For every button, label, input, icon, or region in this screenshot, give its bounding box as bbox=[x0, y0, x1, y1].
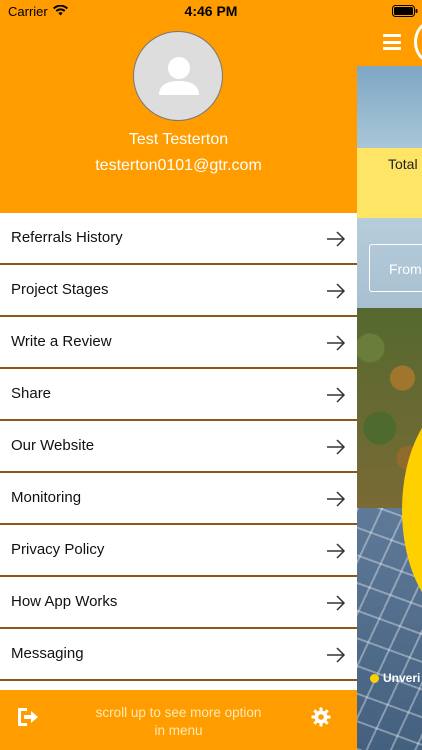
menu-item-label: Privacy Policy bbox=[11, 541, 105, 558]
battery-icon bbox=[392, 5, 418, 17]
arrow-right-icon bbox=[327, 647, 346, 663]
menu-item-label: Share bbox=[11, 385, 52, 402]
status-bar: Carrier 4:46 PM bbox=[0, 0, 422, 24]
status-time: 4:46 PM bbox=[184, 3, 238, 19]
background-app: Total From Unveri bbox=[357, 0, 422, 750]
status-dot-icon bbox=[370, 674, 379, 683]
menu-item-referrals-history[interactable]: Referrals History bbox=[0, 213, 357, 265]
menu-item-label: Referrals History bbox=[11, 229, 123, 246]
gear-icon[interactable] bbox=[311, 707, 331, 727]
menu-item-privacy-policy[interactable]: Privacy Policy bbox=[0, 525, 357, 577]
menu-item-our-website[interactable]: Our Website bbox=[0, 421, 357, 473]
status-legend-label: Unveri bbox=[383, 671, 421, 685]
menu-item-messaging[interactable]: Messaging bbox=[0, 629, 357, 681]
menu-item-monitoring[interactable]: Monitoring bbox=[0, 473, 357, 525]
navigation-drawer: Test Testerton testerton0101@gtr.com Ref… bbox=[0, 0, 357, 750]
arrow-right-icon bbox=[327, 387, 346, 403]
menu-item-write-a-review[interactable]: Write a Review bbox=[0, 317, 357, 369]
menu-item-label: Messaging bbox=[11, 645, 84, 662]
arrow-right-icon bbox=[327, 491, 346, 507]
menu-item-label: Monitoring bbox=[11, 489, 82, 506]
menu-item-project-stages[interactable]: Project Stages bbox=[0, 265, 357, 317]
menu-item-share[interactable]: Share bbox=[0, 369, 357, 421]
hamburger-menu-icon[interactable] bbox=[383, 34, 401, 50]
arrow-right-icon bbox=[327, 543, 346, 559]
menu-list: Referrals History Project Stages Write a… bbox=[0, 213, 357, 681]
scroll-hint: scroll up to see more option in menu bbox=[95, 705, 262, 738]
menu-item-how-app-works[interactable]: How App Works bbox=[0, 577, 357, 629]
user-name: Test Testerton bbox=[128, 131, 229, 148]
arrow-right-icon bbox=[327, 231, 346, 247]
menu-item-label: Write a Review bbox=[11, 333, 112, 350]
background-image bbox=[357, 66, 422, 148]
user-email: testerton0101@gtr.com bbox=[95, 157, 262, 174]
person-icon bbox=[159, 57, 199, 95]
arrow-right-icon bbox=[327, 335, 346, 351]
arrow-right-icon bbox=[327, 595, 346, 611]
arrow-right-icon bbox=[327, 439, 346, 455]
from-button-label: From bbox=[389, 261, 422, 277]
menu-item-label: Project Stages bbox=[11, 281, 109, 298]
drawer-footer: scroll up to see more option in menu bbox=[0, 690, 357, 750]
arrow-right-icon bbox=[327, 283, 346, 299]
total-label: Total bbox=[388, 156, 418, 172]
status-legend: Unveri bbox=[370, 671, 420, 685]
avatar[interactable] bbox=[133, 31, 223, 121]
app-screen: Total From Unveri Carrier 4:46 PM Test T… bbox=[0, 0, 422, 750]
menu-item-label: How App Works bbox=[11, 593, 118, 610]
menu-item-label: Our Website bbox=[11, 437, 95, 454]
profile-header: Test Testerton testerton0101@gtr.com bbox=[0, 0, 357, 213]
logout-icon[interactable] bbox=[16, 706, 40, 728]
